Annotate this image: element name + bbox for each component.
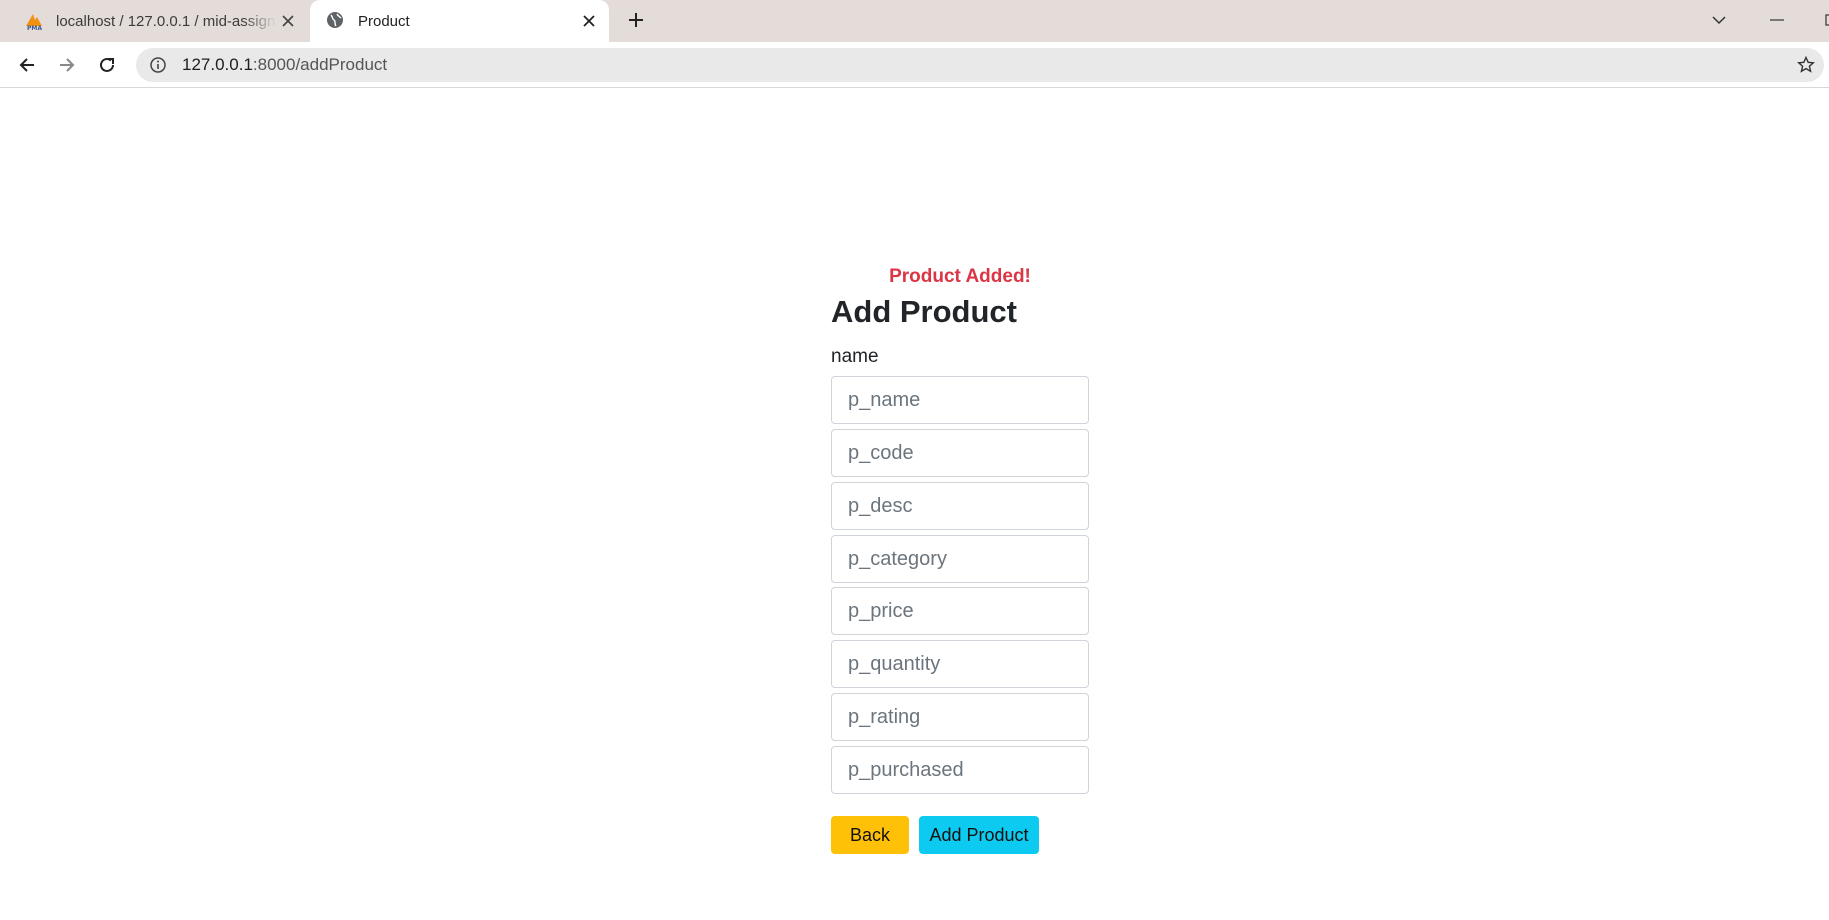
maximize-icon[interactable] — [1816, 6, 1829, 34]
forward-arrow-icon[interactable] — [52, 50, 82, 80]
p-desc-input[interactable] — [831, 482, 1089, 530]
page-title: Add Product — [831, 294, 1017, 329]
p-price-input[interactable] — [831, 587, 1089, 635]
reload-icon[interactable] — [92, 50, 122, 80]
tab-title: Product — [358, 12, 410, 30]
add-product-button[interactable]: Add Product — [919, 816, 1039, 854]
address-bar[interactable]: 127.0.0.1:8000/addProduct — [136, 48, 1824, 82]
success-alert: Product Added! — [889, 266, 1031, 287]
p-rating-input[interactable] — [831, 693, 1089, 741]
p-quantity-input[interactable] — [831, 640, 1089, 688]
svg-text:PMA: PMA — [27, 25, 42, 31]
close-icon[interactable] — [579, 11, 599, 31]
tab-product[interactable]: Product — [310, 0, 609, 42]
phpmyadmin-icon: PMA — [24, 11, 44, 32]
minimize-icon[interactable] — [1762, 6, 1792, 34]
p-code-input[interactable] — [831, 429, 1089, 477]
back-button[interactable]: Back — [831, 816, 909, 854]
url-host: 127.0.0.1 — [182, 55, 253, 74]
back-arrow-icon[interactable] — [12, 50, 42, 80]
close-icon[interactable] — [278, 11, 298, 31]
tab-search-chevron-icon[interactable] — [1704, 6, 1734, 34]
name-label: name — [831, 346, 879, 367]
globe-icon — [326, 11, 346, 31]
p-name-input[interactable] — [831, 376, 1089, 424]
tab-phpmyadmin[interactable]: PMA localhost / 127.0.0.1 / mid-assignme… — [12, 0, 308, 42]
info-icon[interactable] — [148, 55, 168, 75]
url-path: :8000/addProduct — [252, 55, 388, 74]
p-category-input[interactable] — [831, 535, 1089, 583]
bookmark-star-icon[interactable] — [1796, 55, 1816, 75]
new-tab-button[interactable] — [624, 8, 648, 32]
browser-toolbar: 127.0.0.1:8000/addProduct — [0, 42, 1829, 88]
tab-title: localhost / 127.0.0.1 / mid-assignment |… — [56, 12, 276, 30]
url-text: 127.0.0.1:8000/addProduct — [182, 55, 387, 75]
p-purchased-input[interactable] — [831, 746, 1089, 794]
tab-strip: PMA localhost / 127.0.0.1 / mid-assignme… — [0, 0, 1829, 42]
